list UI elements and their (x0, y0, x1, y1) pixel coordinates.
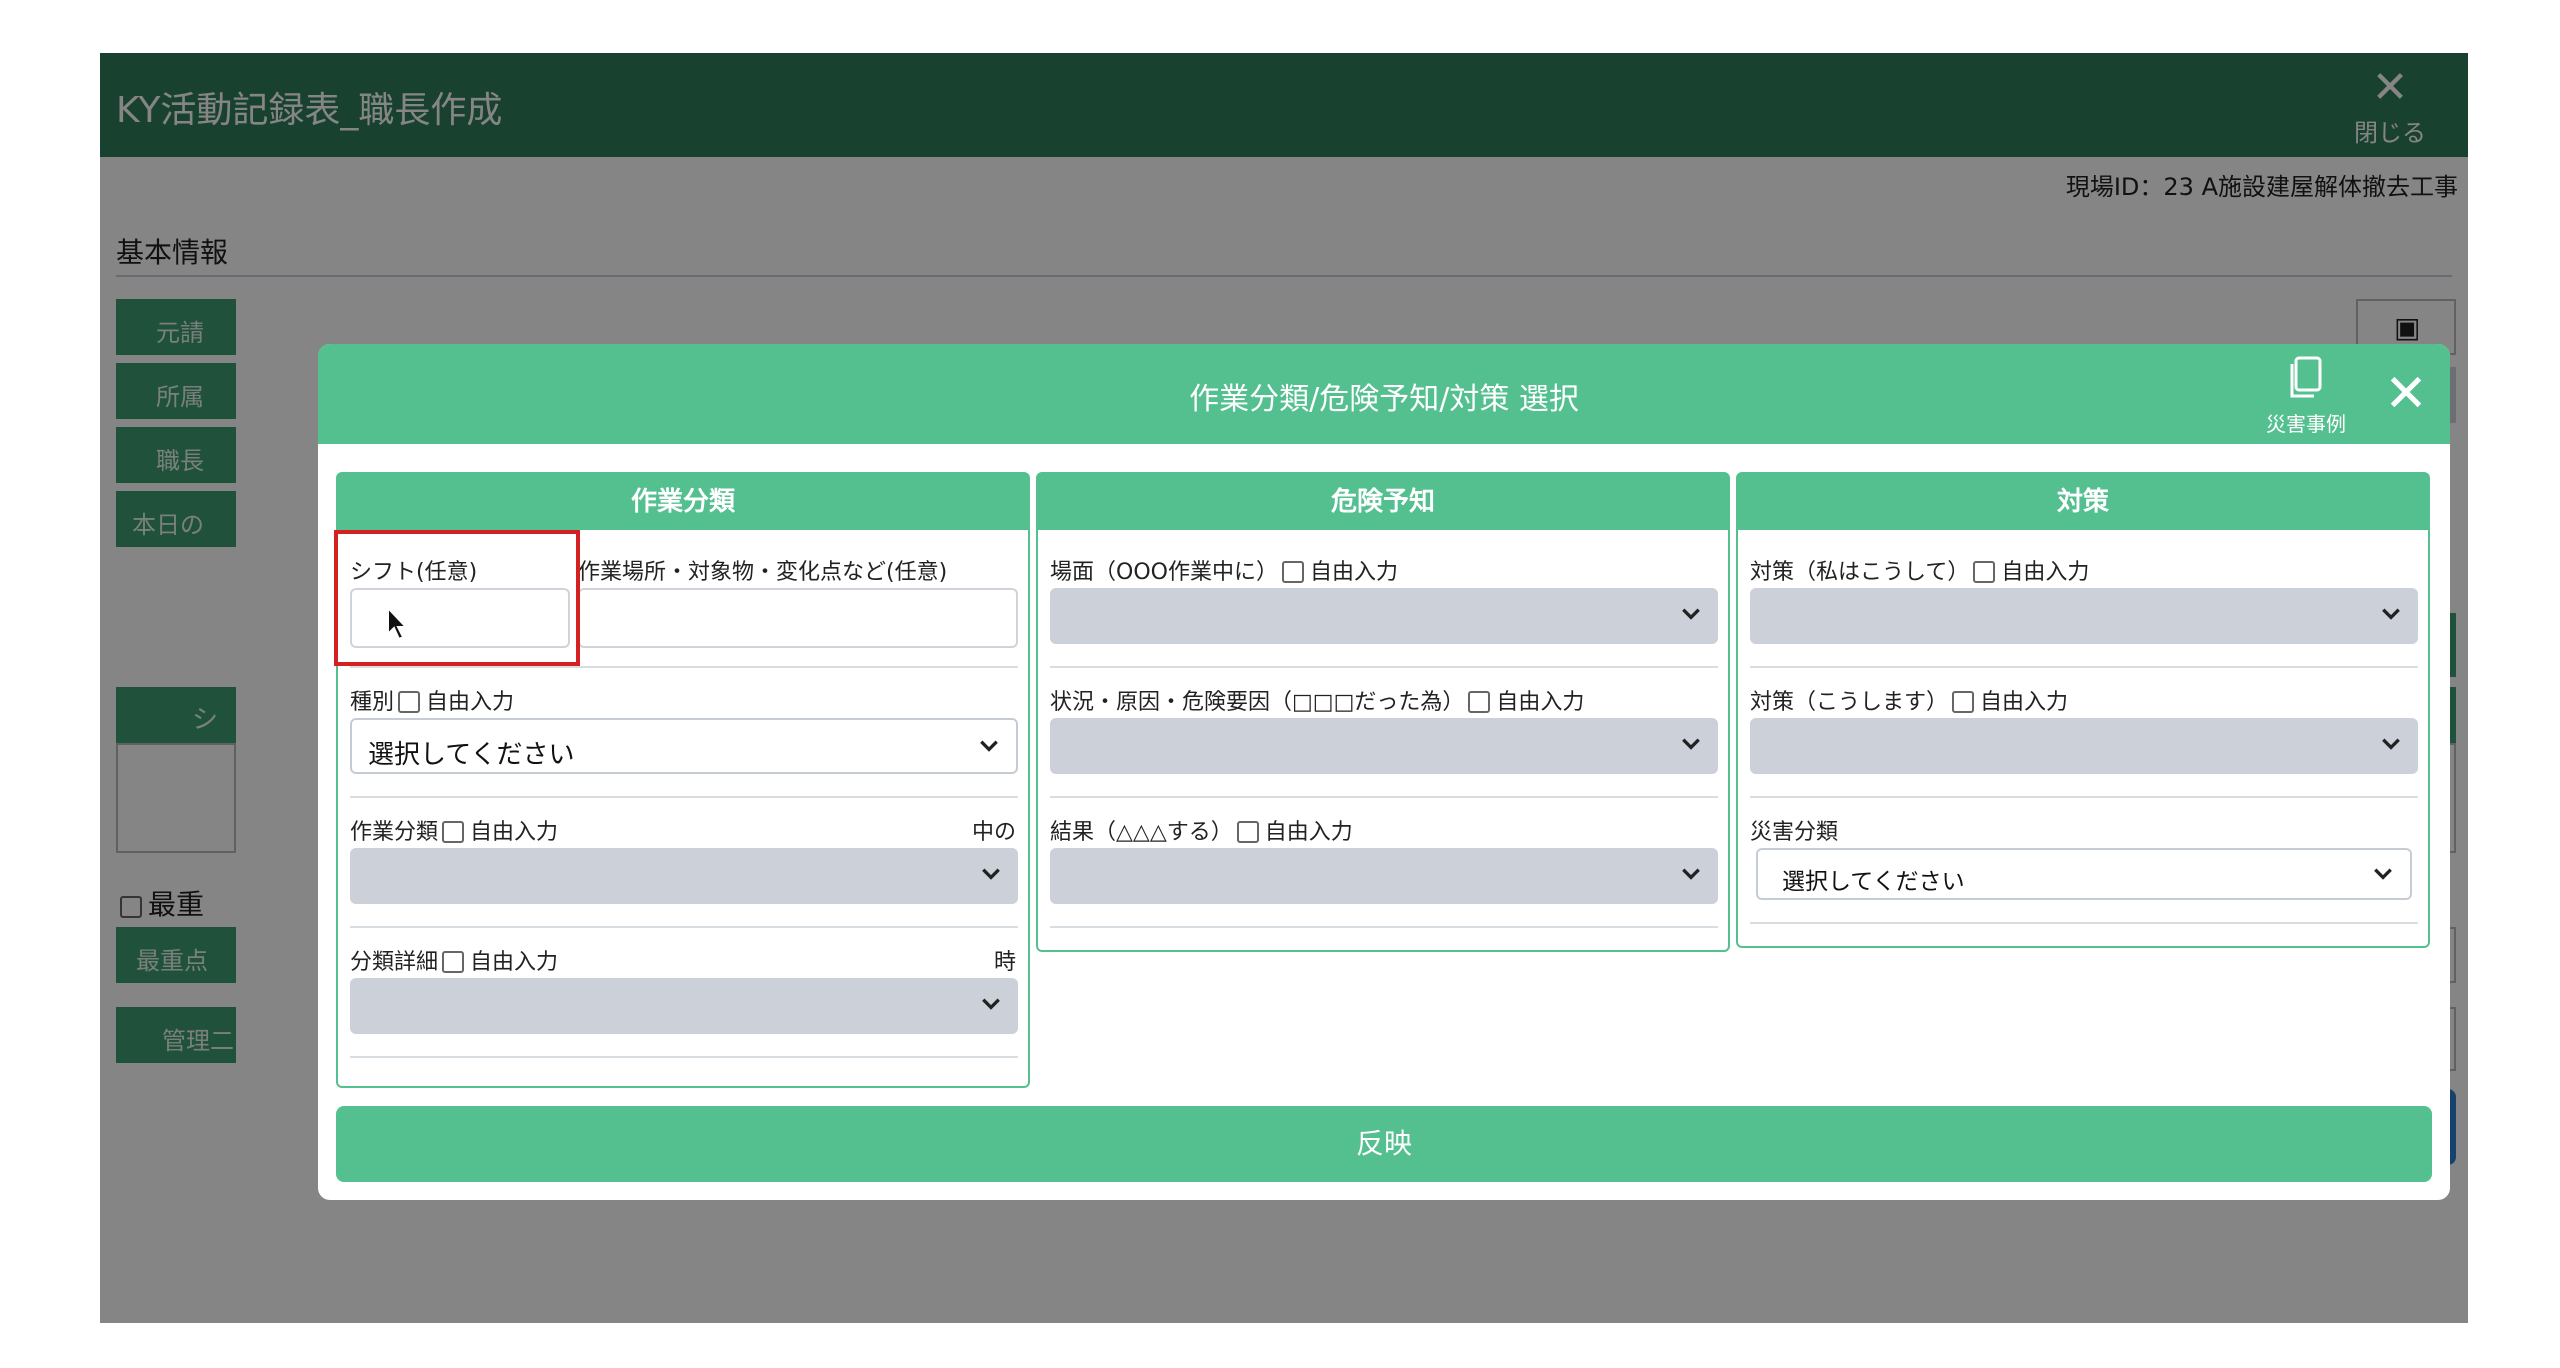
divider (1750, 796, 2418, 798)
result-label-row: 結果（△△△する） 自由入力 (1050, 814, 1353, 846)
app-window: KY活動記録表_職長作成 ✕ 閉じる 現場ID：23 A施設建屋解体撤去工事 基… (100, 53, 2468, 1323)
work-place-input[interactable] (578, 588, 1018, 648)
category-select[interactable] (350, 848, 1018, 904)
type-select[interactable]: 選択してください (350, 718, 1018, 774)
category-label-row: 作業分類 自由入力 (350, 814, 558, 846)
divider (1750, 666, 2418, 668)
work-place-label: 作業場所・対象物・変化点など(任意) (578, 560, 948, 585)
category-free-input-checkbox[interactable] (442, 821, 465, 843)
measure2-label-row: 対策（こうします） 自由入力 (1750, 684, 2068, 716)
close-icon: ✕ (2384, 364, 2428, 424)
chevron-down-icon (1682, 738, 1700, 750)
situation-label-row: 状況・原因・危険要因（□□□だった為） 自由入力 (1050, 684, 1584, 716)
type-free-input-checkbox[interactable] (398, 691, 421, 713)
divider (350, 796, 1018, 798)
measure2-label: 対策（こうします） (1750, 690, 1949, 715)
measures-panel: 対策 対策（私はこうして） 自由入力 対策（こうします） 自由入力 災害分類 選択し… (1736, 472, 2430, 948)
type-label: 種別 (350, 690, 395, 715)
free-input-label: 自由入力 (1264, 820, 1353, 845)
result-select[interactable] (1050, 848, 1718, 904)
measure1-label-row: 対策（私はこうして） 自由入力 (1750, 554, 2089, 586)
modal-header: 作業分類/危険予知/対策 選択 災害事例 ✕ (318, 344, 2450, 444)
result-label: 結果（△△△する） (1050, 820, 1233, 845)
free-input-label: 自由入力 (470, 950, 559, 975)
detail-label: 分類詳細 (350, 950, 439, 975)
measure1-free-input-checkbox[interactable] (1973, 561, 1996, 583)
free-input-label: 自由入力 (426, 690, 515, 715)
document-stack-icon (2290, 356, 2322, 398)
result-free-input-checkbox[interactable] (1236, 821, 1259, 843)
free-input-label: 自由入力 (1980, 690, 2069, 715)
scene-select[interactable] (1050, 588, 1718, 644)
chevron-down-icon (2382, 608, 2400, 620)
situation-label: 状況・原因・危険要因（□□□だった為） (1050, 690, 1465, 715)
divider (350, 926, 1018, 928)
hazard-prediction-header: 危険予知 (1038, 474, 1728, 530)
situation-free-input-checkbox[interactable] (1468, 691, 1491, 713)
divider (1050, 796, 1718, 798)
scene-free-input-checkbox[interactable] (1281, 561, 1304, 583)
detail-suffix: 時 (993, 950, 1016, 975)
chevron-down-icon (982, 868, 1000, 880)
chevron-down-icon (2374, 868, 2392, 880)
free-input-label: 自由入力 (1309, 560, 1398, 585)
type-select-value: 選択してください (368, 740, 575, 770)
disaster-category-select-value: 選択してください (1782, 869, 1965, 895)
situation-select[interactable] (1050, 718, 1718, 774)
mouse-cursor-icon (387, 606, 408, 641)
chevron-down-icon (1682, 608, 1700, 620)
modal-title: 作業分類/危険予知/対策 選択 (1189, 382, 1579, 417)
chevron-down-icon (980, 740, 998, 752)
type-label-row: 種別 自由入力 (350, 684, 514, 716)
free-input-label: 自由入力 (1496, 690, 1585, 715)
scene-label: 場面（OOO作業中に） (1050, 560, 1278, 585)
chevron-down-icon (2382, 738, 2400, 750)
free-input-label: 自由入力 (2001, 560, 2090, 585)
detail-label-row: 分類詳細 自由入力 (350, 944, 558, 976)
free-input-label: 自由入力 (470, 820, 559, 845)
measures-header: 対策 (1738, 474, 2428, 530)
disaster-category-select[interactable]: 選択してください (1756, 848, 2412, 900)
divider (350, 666, 1018, 668)
chevron-down-icon (1682, 868, 1700, 880)
detail-select[interactable] (350, 978, 1018, 1034)
category-label: 作業分類 (350, 820, 439, 845)
modal-close-button[interactable]: ✕ (2376, 364, 2436, 424)
measure1-select[interactable] (1750, 588, 2418, 644)
shift-field-highlight (334, 530, 580, 666)
scene-label-row: 場面（OOO作業中に） 自由入力 (1050, 554, 1398, 586)
measure1-label: 対策（私はこうして） (1750, 560, 1970, 585)
detail-free-input-checkbox[interactable] (442, 951, 465, 973)
hazard-prediction-panel: 危険予知 場面（OOO作業中に） 自由入力 状況・原因・危険要因（□□□だった為）… (1036, 472, 1730, 952)
category-suffix: 中の (971, 820, 1016, 845)
chevron-down-icon (982, 998, 1000, 1010)
measure2-select[interactable] (1750, 718, 2418, 774)
disaster-example-label: 災害事例 (2266, 412, 2346, 436)
divider (1050, 926, 1718, 928)
apply-button[interactable]: 反映 (336, 1106, 2432, 1182)
disaster-category-label: 災害分類 (1750, 820, 1839, 845)
disaster-example-button[interactable]: 災害事例 (2258, 356, 2354, 436)
work-classification-header: 作業分類 (338, 474, 1028, 530)
divider (1050, 666, 1718, 668)
selection-modal: 作業分類/危険予知/対策 選択 災害事例 ✕ 作業分類 シフト(任意) 作業場所… (318, 344, 2450, 1200)
divider (1750, 922, 2418, 924)
measure2-free-input-checkbox[interactable] (1952, 691, 1975, 713)
divider (350, 1056, 1018, 1058)
